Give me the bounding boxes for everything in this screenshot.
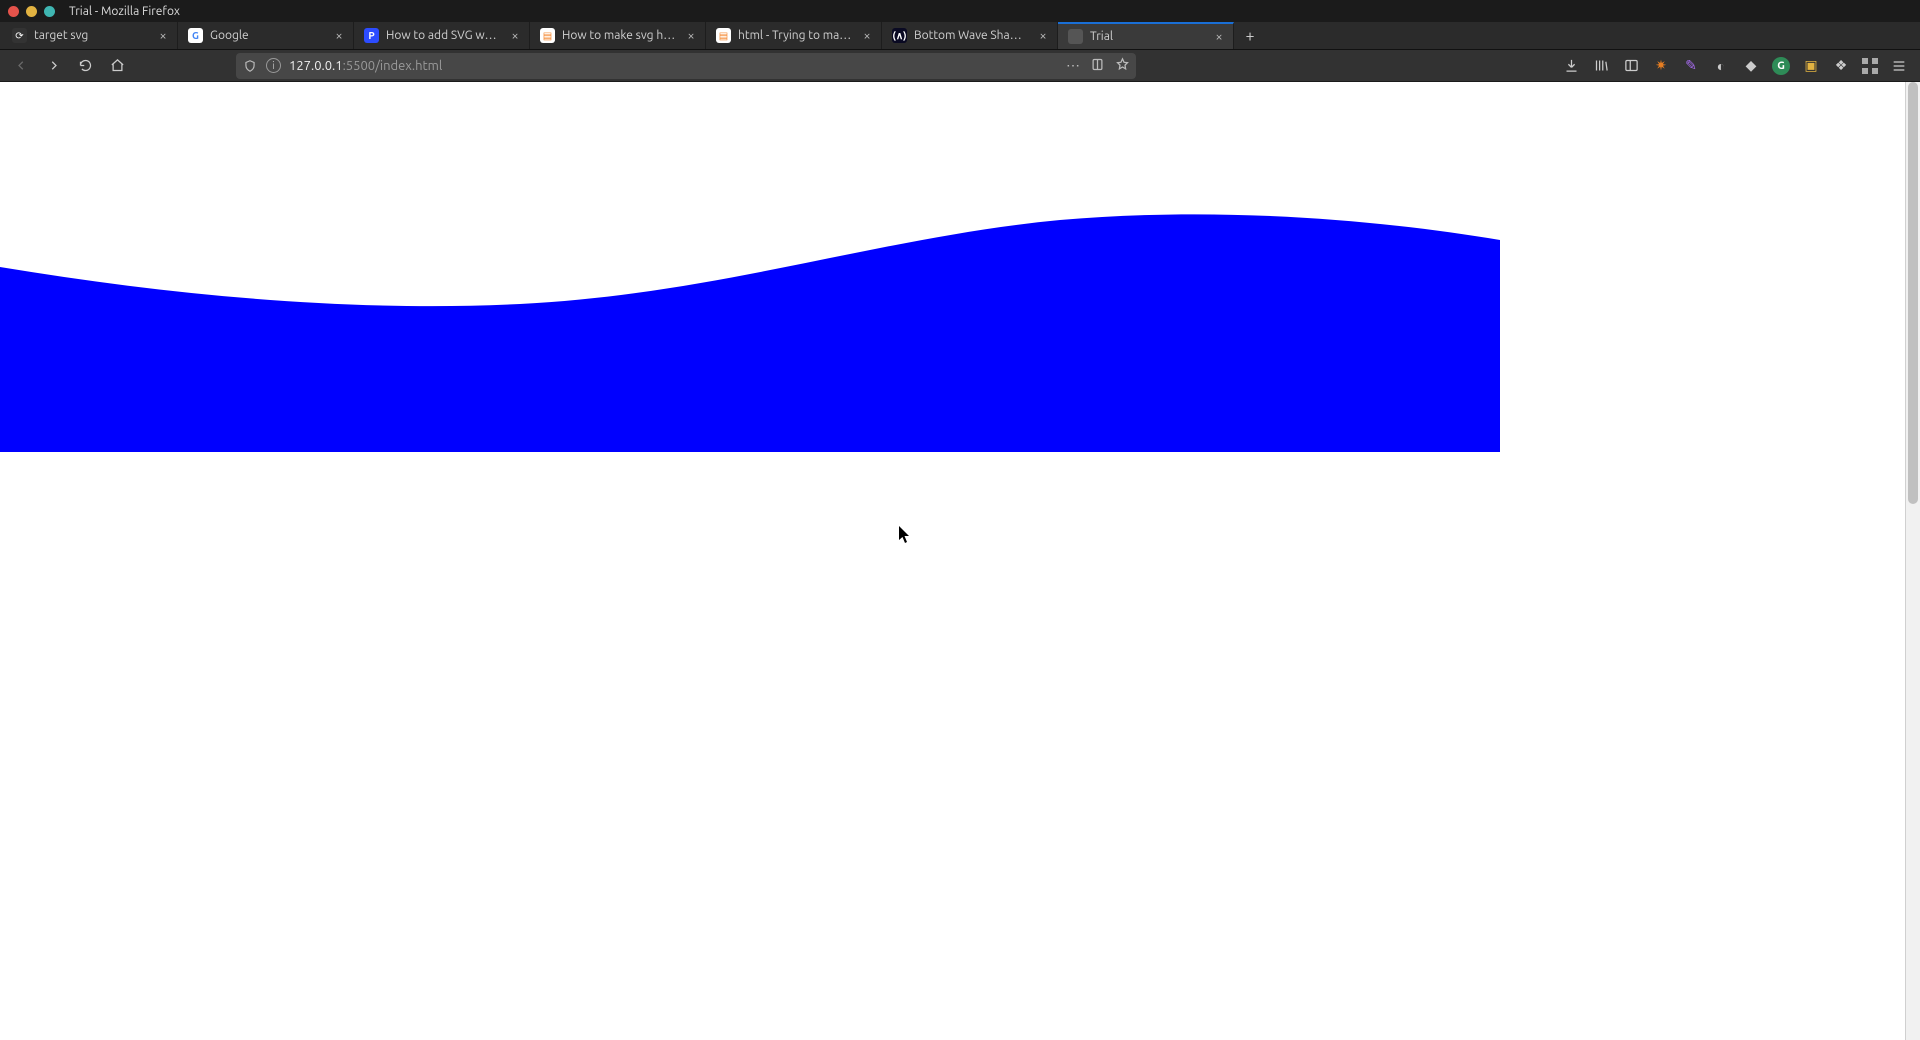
tab-favicon-icon: G [188, 28, 203, 43]
tab-favicon-icon: P [364, 28, 379, 43]
extension-icon-6[interactable]: ❖ [1832, 57, 1850, 75]
tracking-protection-icon[interactable] [242, 58, 258, 74]
tab-favicon-icon: ▤ [540, 28, 555, 43]
toolbar-right-icons: ✷ ✎ ◐ ◆ G ▣ ❖ [1562, 57, 1912, 75]
library-icon[interactable] [1592, 57, 1610, 75]
tab-3[interactable]: ▤ How to make svg height sa × [530, 22, 706, 49]
downloads-icon[interactable] [1562, 57, 1580, 75]
tab-close-button[interactable]: × [1035, 29, 1051, 43]
extension-icon-7[interactable] [1862, 58, 1878, 74]
reload-icon [78, 58, 93, 73]
extension-icon-4[interactable]: ◆ [1742, 57, 1760, 75]
arrow-left-icon [14, 58, 29, 73]
page-actions-icon[interactable]: ⋯ [1066, 57, 1080, 74]
sidebar-toggle-icon[interactable] [1622, 57, 1640, 75]
tab-label: target svg [34, 29, 148, 42]
forward-button[interactable] [40, 53, 66, 79]
url-text: 127.0.0.1:5500/index.html [289, 59, 1058, 73]
url-rest: :5500/index.html [343, 59, 443, 73]
tab-6[interactable]: Trial × [1058, 22, 1234, 49]
tab-close-button[interactable]: × [683, 29, 699, 43]
window-controls [8, 6, 55, 17]
extension-icon-5[interactable]: ▣ [1802, 57, 1820, 75]
tab-label: html - Trying to make SVG [738, 29, 852, 42]
window-titlebar: Trial - Mozilla Firefox [0, 0, 1920, 22]
tab-1[interactable]: G Google × [178, 22, 354, 49]
bookmark-star-icon[interactable] [1115, 57, 1130, 75]
page-content [0, 82, 1500, 1040]
tab-label: How to make svg height sa [562, 29, 676, 42]
page-viewport [0, 82, 1920, 1040]
url-host: 127.0.0.1 [289, 59, 343, 73]
window-title: Trial - Mozilla Firefox [69, 5, 180, 18]
app-menu-icon[interactable] [1890, 57, 1908, 75]
arrow-right-icon [46, 58, 61, 73]
tab-5[interactable]: (∧) Bottom Wave Shape Effect × [882, 22, 1058, 49]
mouse-cursor-icon [899, 526, 911, 544]
tab-label: Trial [1090, 30, 1204, 43]
tab-label: Google [210, 29, 324, 42]
tab-close-button[interactable]: × [1211, 30, 1227, 44]
extension-icon-3[interactable]: ◐ [1712, 57, 1730, 75]
tab-2[interactable]: P How to add SVG waves to y × [354, 22, 530, 49]
home-button[interactable] [104, 53, 130, 79]
vertical-scrollbar[interactable] [1905, 82, 1920, 1040]
reload-button[interactable] [72, 53, 98, 79]
tab-0[interactable]: ⟳ target svg × [2, 22, 178, 49]
new-tab-button[interactable]: + [1234, 22, 1266, 49]
tab-favicon-icon: (∧) [892, 28, 907, 43]
window-minimize-button[interactable] [26, 6, 37, 17]
tab-favicon-icon [1068, 29, 1083, 44]
navigation-toolbar: i 127.0.0.1:5500/index.html ⋯ ✷ ✎ ◐ ◆ G [0, 50, 1920, 82]
tab-close-button[interactable]: × [155, 29, 171, 43]
tab-close-button[interactable]: × [331, 29, 347, 43]
reader-view-icon[interactable] [1090, 57, 1105, 75]
wave-svg [0, 212, 1500, 452]
scrollbar-thumb[interactable] [1908, 82, 1918, 504]
window-maximize-button[interactable] [44, 6, 55, 17]
back-button[interactable] [8, 53, 34, 79]
tab-favicon-icon: ▤ [716, 28, 731, 43]
tab-close-button[interactable]: × [507, 29, 523, 43]
home-icon [110, 58, 125, 73]
url-bar[interactable]: i 127.0.0.1:5500/index.html ⋯ [236, 53, 1136, 79]
extension-icon-grammarly[interactable]: G [1772, 57, 1790, 75]
tab-favicon-icon: ⟳ [12, 28, 27, 43]
window-close-button[interactable] [8, 6, 19, 17]
tab-label: Bottom Wave Shape Effect [914, 29, 1028, 42]
extension-icon-2[interactable]: ✎ [1682, 57, 1700, 75]
site-info-icon[interactable]: i [266, 58, 281, 73]
tab-label: How to add SVG waves to y [386, 29, 500, 42]
wave-path [0, 214, 1500, 452]
tab-close-button[interactable]: × [859, 29, 875, 43]
tab-4[interactable]: ▤ html - Trying to make SVG × [706, 22, 882, 49]
tab-strip: ⟳ target svg × G Google × P How to add SVG wave… [0, 22, 1920, 50]
extension-icon-1[interactable]: ✷ [1652, 57, 1670, 75]
